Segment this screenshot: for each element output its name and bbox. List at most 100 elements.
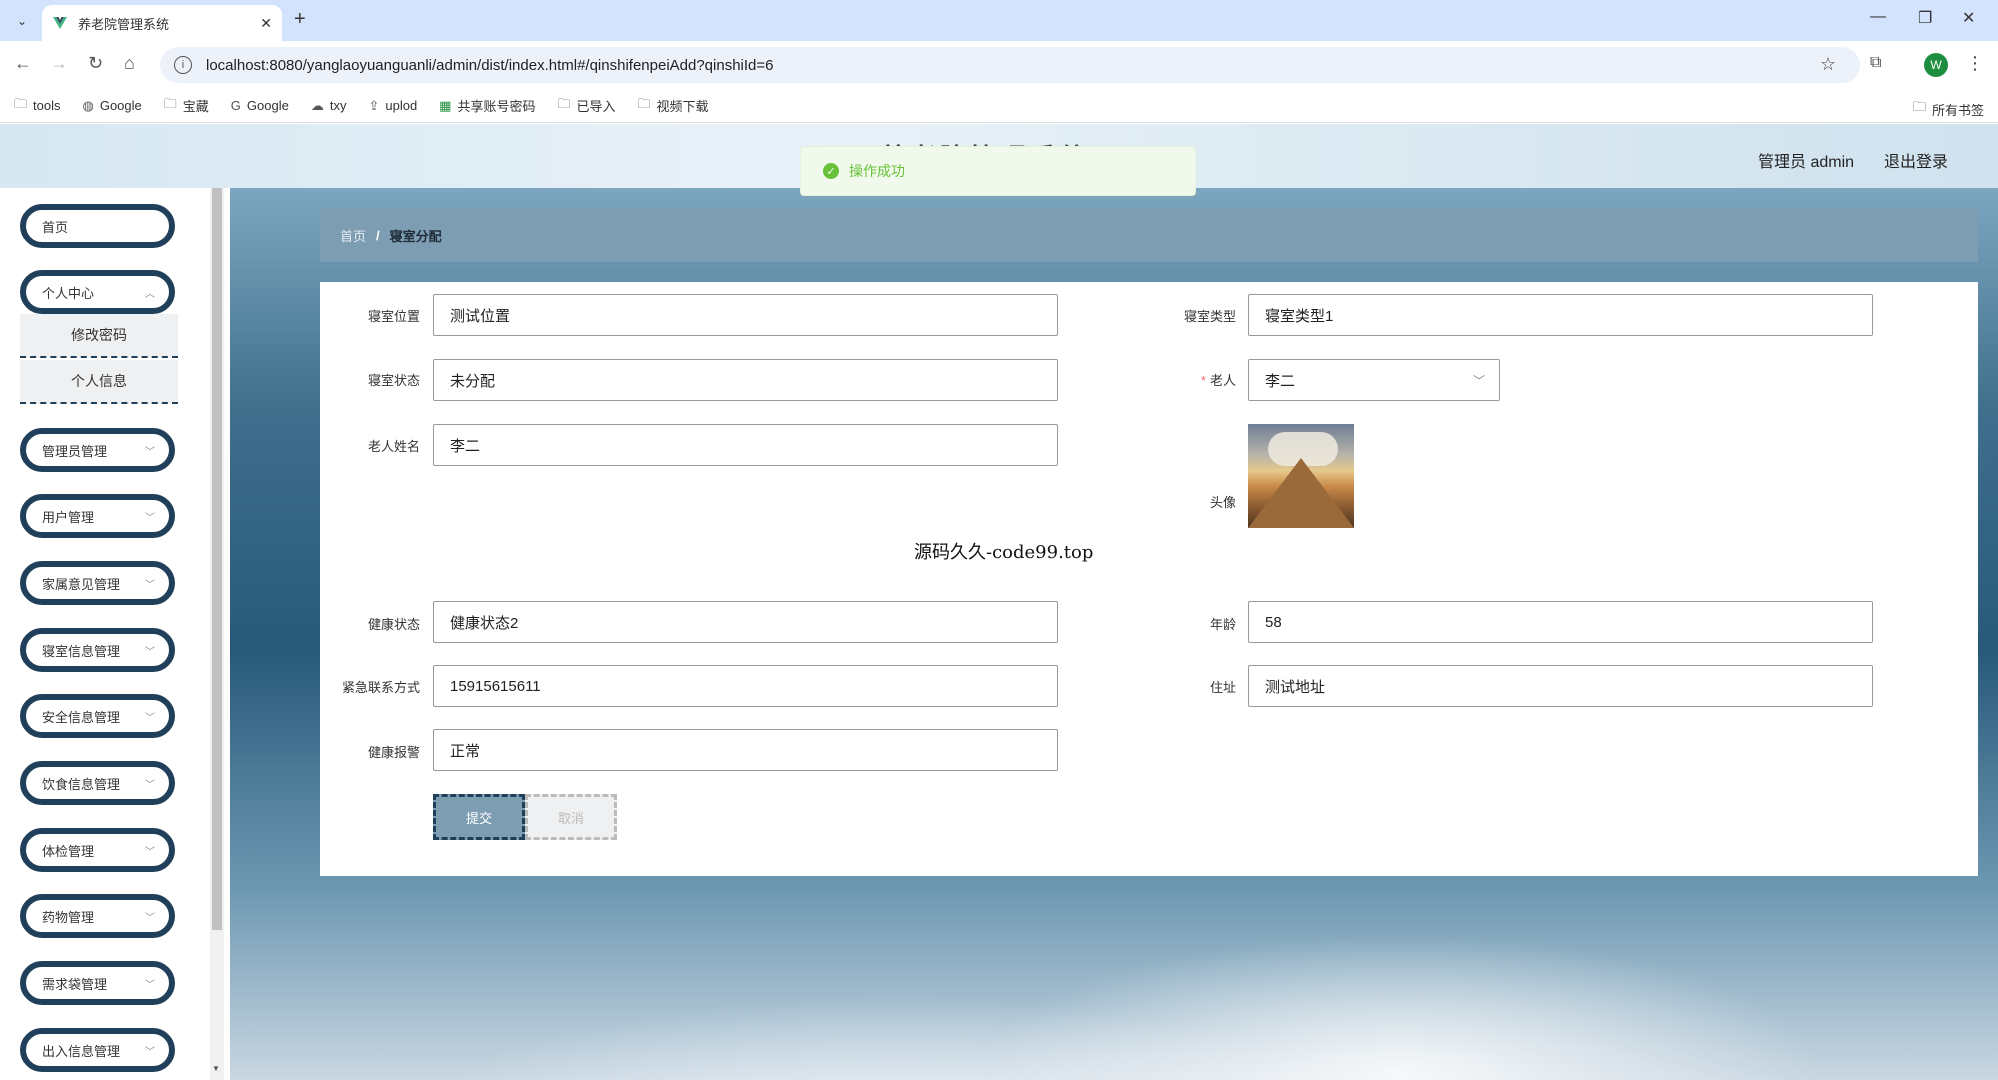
browser-tab-bar: ⌄ 养老院管理系统 ✕ + — ❐ ✕: [0, 0, 1998, 41]
check-circle-icon: ✓: [823, 163, 839, 179]
chevron-down-icon: ﹀: [145, 579, 155, 591]
chevron-down-icon: ﹀: [145, 846, 155, 858]
success-toast: ✓ 操作成功: [800, 146, 1196, 196]
elder-avatar-image: [1248, 424, 1354, 528]
health-status-input[interactable]: 健康状态2: [433, 601, 1058, 643]
browser-tab[interactable]: 养老院管理系统 ✕: [42, 5, 282, 41]
chevron-down-icon: ﹀: [1472, 373, 1485, 388]
submit-button[interactable]: 提交: [433, 794, 525, 840]
site-info-icon[interactable]: i: [174, 56, 192, 74]
close-window-icon[interactable]: ✕: [1962, 8, 1975, 28]
breadcrumb-home[interactable]: 首页: [340, 226, 366, 245]
extensions-icon[interactable]: ⧉: [1870, 54, 1881, 72]
submenu-personal-info[interactable]: 个人信息: [20, 360, 178, 404]
address-bar[interactable]: i localhost:8080/yanglaoyuanguanli/admin…: [160, 47, 1860, 83]
bookmark-tools[interactable]: 🗀 tools: [14, 95, 60, 117]
vue-logo-icon: [53, 17, 67, 29]
room-type-label: 寝室类型: [1183, 309, 1236, 324]
forward-icon[interactable]: →: [50, 53, 68, 74]
sidebar-scroll-thumb[interactable]: [212, 188, 222, 930]
bookmark-google[interactable]: ◍ Google: [82, 98, 141, 114]
new-tab-icon[interactable]: +: [294, 8, 306, 31]
chevron-down-icon: ﹀: [145, 979, 155, 991]
browser-toolbar: ← → ↻ ⌂ i localhost:8080/yanglaoyuanguan…: [0, 41, 1998, 89]
health-alarm-input[interactable]: 正常: [433, 729, 1058, 771]
sidebar-item-needs[interactable]: 需求袋管理 ﹀: [20, 961, 175, 1005]
room-location-input[interactable]: 测试位置: [433, 294, 1058, 336]
chevron-down-icon: ﹀: [145, 512, 155, 524]
sidebar-item-safety-info[interactable]: 安全信息管理 ﹀: [20, 694, 175, 738]
elder-name-input[interactable]: 李二: [433, 424, 1058, 466]
chevron-up-icon: ︿: [145, 288, 155, 300]
logout-button[interactable]: 退出登录: [1884, 148, 1948, 172]
sidebar: 首页 个人中心 ︿ 修改密码 个人信息 管理员管理 ﹀ 用户管理 ﹀ 家属意见管理 ﹀ …: [0, 188, 230, 1080]
folder-icon: 🗀: [557, 95, 571, 111]
minimize-icon[interactable]: —: [1870, 8, 1886, 26]
current-user: 管理员 admin: [1758, 154, 1855, 171]
avatar-peak: [1248, 458, 1354, 528]
bookmark-imported[interactable]: 🗀 已导入: [557, 95, 615, 117]
bookmark-google-2[interactable]: G Google: [231, 98, 289, 113]
address-input[interactable]: 测试地址: [1248, 665, 1873, 707]
back-icon[interactable]: ←: [14, 53, 32, 74]
menu-kebab-icon[interactable]: ⋮: [1966, 53, 1984, 74]
home-icon[interactable]: ⌂: [124, 53, 135, 74]
elder-label: * 老人: [1200, 373, 1236, 388]
submenu-change-password[interactable]: 修改密码: [20, 314, 178, 358]
chevron-down-icon: ﹀: [145, 912, 155, 924]
upload-icon: ⇪: [368, 97, 380, 113]
bookmark-star-icon[interactable]: ☆: [1820, 54, 1836, 75]
bookmark-uplod[interactable]: ⇪ uplod: [368, 98, 417, 114]
cancel-button[interactable]: 取消: [525, 794, 617, 840]
folder-icon: 🗀: [1912, 99, 1926, 114]
app-root: 养老院管理系统 管理员 admin 退出登录 ✓ 操作成功 首页 个人中心︿ 修…: [0, 124, 1998, 1080]
elder-select[interactable]: 李二 ﹀: [1248, 359, 1500, 401]
url-text: localhost:8080/yanglaoyuanguanli/admin/d…: [206, 56, 774, 74]
sidebar-item-home[interactable]: 首页: [20, 204, 175, 248]
folder-icon: 🗀: [14, 95, 28, 111]
breadcrumb-separator: /: [376, 227, 380, 243]
tab-search-icon[interactable]: ⌄: [10, 9, 34, 33]
sidebar-item-room-info[interactable]: 寝室信息管理 ﹀: [20, 628, 175, 672]
age-input[interactable]: 58: [1248, 601, 1873, 643]
chevron-down-icon: ﹀: [145, 779, 155, 791]
bookmark-txy[interactable]: ☁ txy: [311, 98, 347, 114]
sidebar-item-family-feedback[interactable]: 家属意见管理 ﹀: [20, 561, 175, 605]
room-status-input[interactable]: 未分配: [433, 359, 1058, 401]
profile-avatar[interactable]: W: [1924, 53, 1948, 77]
sidebar-item-diet-info[interactable]: 饮食信息管理 ﹀: [20, 761, 175, 805]
bookmarks-bar: 🗀 tools ◍ Google 🗀 宝藏 G Google ☁ txy ⇪ uplod ▦…: [0, 89, 1998, 123]
bookmark-video-download[interactable]: 🗀 视频下载: [638, 95, 709, 117]
room-location-label: 寝室位置: [367, 309, 420, 324]
room-type-input[interactable]: 寝室类型1: [1248, 294, 1873, 336]
bookmark-shared-accounts[interactable]: ▦ 共享账号密码: [439, 96, 535, 115]
emergency-contact-input[interactable]: 15915615611: [433, 665, 1058, 707]
breadcrumb-current: 寝室分配: [389, 228, 442, 244]
scroll-down-icon[interactable]: ▼: [212, 1064, 220, 1073]
sidebar-item-checkup[interactable]: 体检管理 ﹀: [20, 828, 175, 872]
avatar-label: 头像: [1209, 495, 1236, 510]
emergency-contact-label: 紧急联系方式: [341, 680, 420, 695]
sidebar-item-admin-mgmt[interactable]: 管理员管理 ﹀: [20, 428, 175, 472]
all-bookmarks[interactable]: 🗀 所有书签: [1913, 98, 1984, 120]
chevron-down-icon: ﹀: [145, 646, 155, 658]
chevron-down-icon: ﹀: [145, 712, 155, 724]
health-alarm-label: 健康报警: [367, 745, 420, 760]
sidebar-item-access-info[interactable]: 出入信息管理 ﹀: [20, 1028, 175, 1072]
cloud-icon: ☁: [310, 97, 324, 113]
sheet-icon: ▦: [439, 97, 452, 113]
restore-icon[interactable]: ❐: [1918, 8, 1932, 28]
tab-title: 养老院管理系统: [78, 16, 170, 32]
sidebar-item-user-mgmt[interactable]: 用户管理 ﹀: [20, 494, 175, 538]
close-tab-icon[interactable]: ✕: [260, 15, 272, 32]
globe-icon: ◍: [82, 97, 94, 113]
reload-icon[interactable]: ↻: [88, 53, 103, 74]
age-label: 年龄: [1209, 617, 1236, 632]
sidebar-item-medicine[interactable]: 药物管理 ﹀: [20, 894, 175, 938]
elder-name-label: 老人姓名: [367, 439, 420, 454]
folder-icon: 🗀: [637, 95, 651, 111]
sidebar-item-personal-center[interactable]: 个人中心 ︿: [20, 270, 175, 314]
health-status-label: 健康状态: [367, 617, 420, 632]
folder-icon: 🗀: [163, 95, 177, 111]
bookmark-treasure[interactable]: 🗀 宝藏: [164, 95, 209, 117]
